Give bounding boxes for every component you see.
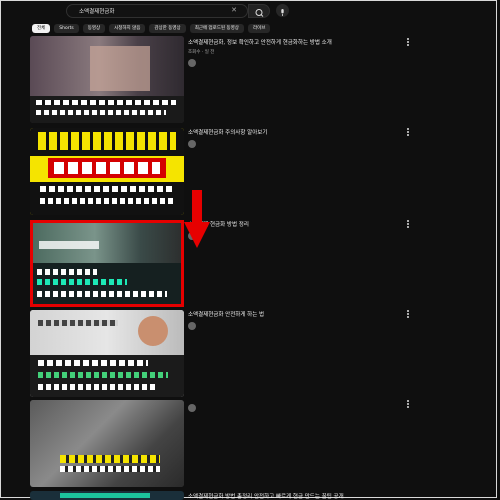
result-thumbnail[interactable] — [30, 310, 184, 397]
search-button[interactable] — [248, 4, 270, 18]
result-meta: 소액결제현금화 안전하게 하는 법 — [188, 310, 264, 334]
result-views: 조회수 · 일 전 — [188, 50, 215, 55]
avatar[interactable] — [188, 140, 196, 148]
result-meta: 소액결제현금화 방법 총정리 안전하고 빠르게 현금 만드는 꿀팁 공개 — [188, 492, 344, 500]
result-meta — [188, 400, 199, 416]
search-query: 소액결제현금화 — [79, 9, 115, 15]
chip-videos[interactable]: 동영상 — [82, 24, 106, 33]
more-options-icon[interactable] — [405, 220, 411, 230]
chip-watched[interactable]: 감상한 동영상 — [149, 24, 186, 33]
chip-shorts[interactable]: Shorts — [54, 24, 79, 33]
result-thumbnail[interactable] — [30, 400, 184, 487]
result-meta: 소액결제현금화, 정보 확인하고 안전하게 현금화하는 방법 소개 조회수 · … — [188, 38, 332, 71]
chip-all[interactable]: 전체 — [32, 24, 51, 33]
more-options-icon[interactable] — [405, 400, 411, 410]
more-options-icon[interactable] — [405, 310, 411, 320]
chip-recent[interactable]: 최근에 업로드된 동영상 — [189, 24, 244, 33]
chip-live[interactable]: 라이브 — [247, 24, 271, 33]
avatar[interactable] — [188, 404, 196, 412]
result-thumbnail[interactable] — [30, 36, 184, 123]
more-options-icon[interactable] — [405, 128, 411, 138]
red-arrow-icon — [184, 190, 210, 248]
avatar[interactable] — [188, 322, 196, 330]
avatar[interactable] — [188, 59, 196, 67]
mic-icon — [281, 9, 284, 16]
result-thumbnail[interactable] — [30, 491, 184, 500]
result-meta: 소액결제현금화 주의사항 알아보기 — [188, 128, 267, 152]
close-icon[interactable]: ✕ — [231, 6, 237, 14]
chip-unwatched[interactable]: 시청하지 않음 — [109, 24, 146, 33]
filter-chips: 전체 Shorts 동영상 시청하지 않음 감상한 동영상 최근에 업로드된 동… — [32, 24, 271, 33]
search-icon — [255, 9, 264, 17]
more-options-icon[interactable] — [405, 38, 411, 48]
result-title[interactable]: 소액결제현금화 방법 총정리 안전하고 빠르게 현금 만드는 꿀팁 공개 — [188, 492, 344, 500]
result-title[interactable]: 소액결제현금화, 정보 확인하고 안전하게 현금화하는 방법 소개 — [188, 38, 332, 46]
search-input[interactable]: 소액결제현금화 ✕ — [66, 4, 248, 18]
result-thumbnail-highlighted[interactable] — [30, 220, 184, 307]
result-title[interactable]: 소액결제현금화 안전하게 하는 법 — [188, 310, 264, 318]
result-thumbnail[interactable] — [30, 128, 184, 215]
mic-button[interactable] — [276, 4, 289, 17]
result-title[interactable]: 소액결제현금화 주의사항 알아보기 — [188, 128, 267, 136]
